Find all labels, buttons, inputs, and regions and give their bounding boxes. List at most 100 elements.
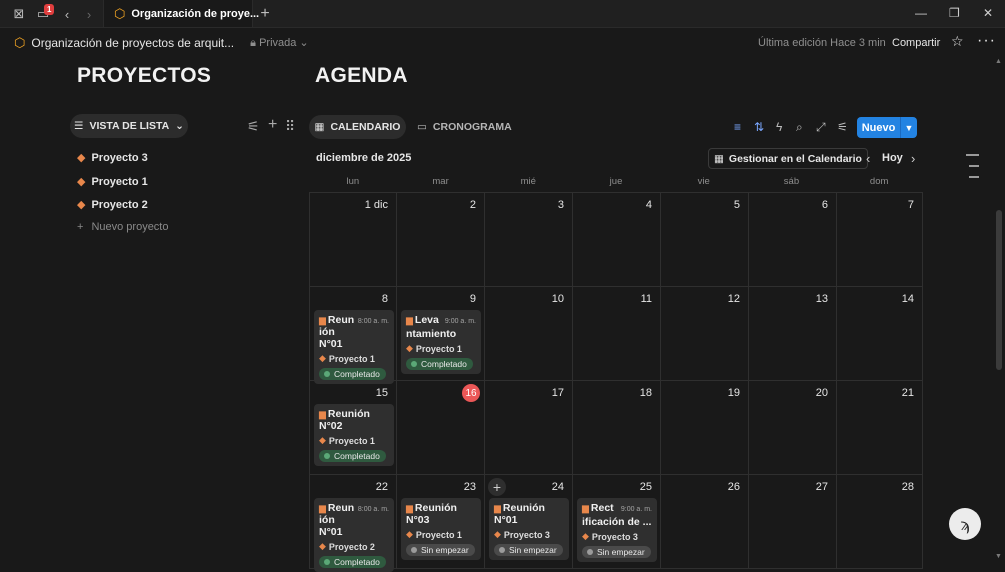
page-icon: ▆ [319,315,326,325]
sort-icon[interactable]: ⇅ [754,120,764,134]
calendar-day-cell[interactable]: 8 8:00 a. m. ▆ Reun ión N°01 ◆ Proyecto 1 Comp… [309,287,397,384]
calendar-day-cell[interactable]: 16 [397,381,485,475]
calendar-day-cell[interactable]: 11 [573,287,661,381]
new-project-button[interactable]: + Nuevo proyecto [77,221,168,233]
filter-settings-icon[interactable]: ⚟ [247,118,260,135]
calendar-day-cell[interactable]: 23 ▆ Reunión N°03 ◆ Proyecto 1 Sin empezar [397,475,485,569]
filter-icon[interactable]: ≡ [734,120,741,134]
breadcrumb[interactable]: ⬡ Organización de proyectos de arquit...… [14,35,309,51]
event-card[interactable]: ▆ Reunión N°03 ◆ Proyecto 1 Sin empezar [401,498,481,560]
outline-marker[interactable] [969,165,979,167]
calendar-day-cell[interactable]: 14 [835,287,923,381]
project-item[interactable]: ◆ Proyecto 1 [77,175,148,189]
status-badge: Sin empezar [406,544,475,556]
calendar-day-cell[interactable]: 12 [661,287,749,381]
previous-month-icon[interactable]: ‹ [866,151,870,166]
status-label: Completado [334,557,380,567]
tab-calendar[interactable]: ▦ CALENDARIO [309,115,406,139]
day-number: 22 [375,481,388,493]
calendar-day-cell[interactable]: 17 [485,381,573,475]
outline-marker[interactable] [966,154,979,156]
calendar-day-cell[interactable]: 13 [749,287,837,381]
calendar-day-cell[interactable]: 24 + ▆ Reunión N°01 ◆ Proyecto 3 Sin empezar [485,475,573,569]
calendar-day-cell[interactable]: 15 ▆ Reunión N°02 ◆ Proyecto 1 Completado [309,381,397,475]
project-label: Proyecto 3 [91,151,148,164]
privacy-selector[interactable]: 🔒︎ Privada ⌄ [250,36,309,50]
minimize-icon[interactable]: — [915,6,927,20]
search-icon[interactable]: ⌕ [796,120,803,135]
calendar-day-cell[interactable]: 20 [749,381,837,475]
calendar-day-cell[interactable]: 4 [573,193,661,287]
calendar-day-cell[interactable]: 9 9:00 a. m. ▆ Leva ntamiento ◆ Proyecto 1 Com… [397,287,485,381]
event-card[interactable]: 8:00 a. m. ▆ Reun ión N°01 ◆ Proyecto 2 Compl… [314,498,394,572]
timeline-icon: ▭ [417,121,427,133]
day-number: 13 [815,293,828,305]
star-icon[interactable]: ☆ [951,33,964,50]
day-number: 23 [463,481,476,493]
event-time: 8:00 a. m. [357,506,389,513]
breadcrumb-title[interactable]: Organización de proyectos de arquit... [31,36,234,50]
back-icon[interactable]: ‹ [58,5,76,23]
calendar-day-cell[interactable]: 1 dic [309,193,397,287]
outline-marker[interactable] [969,176,979,178]
weekday-label: lun [346,176,360,187]
scroll-up-icon[interactable]: ▲ [995,58,1002,65]
status-dot [499,547,505,553]
list-view-selector[interactable]: ☰ VISTA DE LISTA ⌄ [70,114,188,138]
event-card[interactable]: 9:00 a. m. ▆ Leva ntamiento ◆ Proyecto 1 Comp… [401,310,481,374]
new-tab-icon[interactable]: + [256,5,274,23]
project-item[interactable]: ◆ Proyecto 3 [77,151,148,165]
help-assistant-icon[interactable]: ϡ [949,508,981,540]
manage-calendar-button[interactable]: ▦ Gestionar en el Calendario [708,148,868,169]
scroll-down-icon[interactable]: ▼ [995,553,1002,560]
add-event-icon[interactable]: + [488,478,506,496]
calendar-day-cell[interactable]: 19 [661,381,749,475]
event-card[interactable]: ▆ Reunión N°01 ◆ Proyecto 3 Sin empezar [489,498,569,560]
settings-icon[interactable]: ⚟ [837,120,848,134]
weekday-label: sáb [783,176,800,187]
calendar-day-cell[interactable]: 10 [485,287,573,381]
page-icon: ▆ [494,503,501,513]
calendar-day-cell[interactable]: 21 [835,381,923,475]
project-item[interactable]: ◆ Proyecto 2 [77,198,148,212]
event-title: Reunión N°01 [494,502,545,526]
calendar-day-cell[interactable]: 2 [397,193,485,287]
calendar-day-cell[interactable]: 22 8:00 a. m. ▆ Reun ión N°01 ◆ Proyecto 2 Com… [309,475,397,572]
event-card[interactable]: 9:00 a. m. ▆ Rect ificación de ... ◆ Proyect… [577,498,657,562]
scrollbar-thumb[interactable] [996,210,1002,370]
expand-icon[interactable]: ⤢ [816,120,826,135]
tab-timeline[interactable]: ▭ CRONOGRAMA [417,115,512,139]
calendar-day-cell[interactable]: 3 [485,193,573,287]
day-number: 17 [551,387,564,399]
new-button[interactable]: Nuevo ▼ [857,117,917,138]
event-project: Proyecto 1 [328,353,375,364]
calendar-day-cell[interactable]: 28 [835,475,923,569]
tag-icon: ◆ [319,435,326,445]
month-label: diciembre de 2025 [316,152,412,164]
restore-icon[interactable]: ❐ [949,6,960,20]
calendar-day-cell[interactable]: 26 [661,475,749,569]
event-card[interactable]: ▆ Reunión N°02 ◆ Proyecto 1 Completado [314,404,394,466]
calendar-day-cell[interactable]: 7 [835,193,923,287]
forward-icon[interactable]: › [80,5,98,23]
event-card[interactable]: 8:00 a. m. ▆ Reun ión N°01 ◆ Proyecto 1 Compl… [314,310,394,384]
calendar-day-cell[interactable]: 27 [749,475,837,569]
weekday-label: jue [609,176,623,187]
tag-icon: ◆ [406,343,413,353]
drag-handle-icon[interactable]: ⠿ [285,118,295,135]
share-button[interactable]: Compartir [892,37,940,49]
chevron-down-icon[interactable]: ▼ [901,123,917,133]
calendar-day-cell[interactable]: 6 [749,193,837,287]
close-icon[interactable]: ✕ [983,6,993,20]
calendar-day-cell[interactable]: 18 [573,381,661,475]
today-button[interactable]: Hoy [882,152,903,164]
add-icon[interactable]: + [268,116,277,134]
automation-icon[interactable]: ϟ [776,120,782,134]
more-icon[interactable]: ··· [977,32,996,50]
page-icon[interactable]: ⊠ [10,5,28,23]
next-month-icon[interactable]: › [911,151,915,166]
calendar-day-cell[interactable]: 5 [661,193,749,287]
day-number: 1 dic [364,199,388,211]
calendar-day-cell[interactable]: 25 9:00 a. m. ▆ Rect ificación de ... ◆ Proye… [573,475,661,569]
browser-tab[interactable]: ⬡ Organización de proye... [103,0,259,27]
